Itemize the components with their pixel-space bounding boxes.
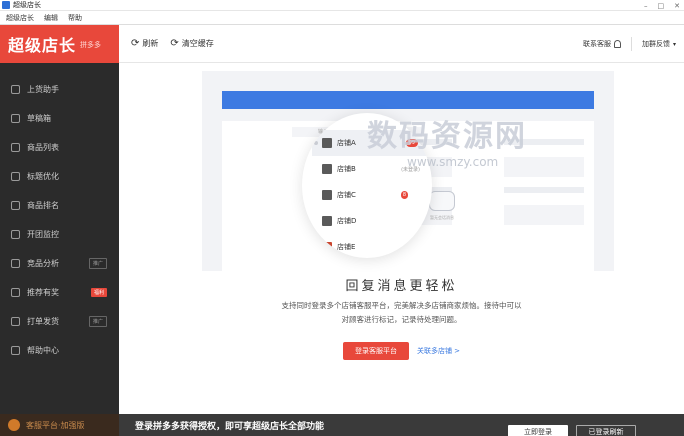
main-content: 输入用户名查询 暂无会话消息 店铺A99 店铺B(未登录) 店铺C8 店铺D 店… (119, 63, 684, 414)
contact-support-link[interactable]: 联系客服 (583, 39, 611, 49)
sidebar-item-competitor[interactable]: 竞品分析 推广 (0, 249, 119, 278)
refresh-button[interactable]: ⟳ 刷新 (131, 38, 158, 49)
sidebar-item-shipping[interactable]: 打单发货 推广 (0, 307, 119, 336)
link-multi-shop[interactable]: 关联多店铺 > (417, 346, 460, 356)
avatar (322, 138, 332, 148)
service-platform-entry[interactable]: 客服平台·加强版 (0, 414, 119, 436)
service-icon (8, 419, 20, 431)
title-bar: 超级店长 – □ ✕ (0, 0, 684, 11)
brand-platform: 拼多多 (80, 40, 102, 49)
refresh-after-login-button[interactable]: 已登录刷新 (576, 425, 636, 436)
avatar (322, 164, 332, 174)
shop-item: 店铺E (312, 234, 432, 258)
sidebar-item-help[interactable]: 帮助中心 (0, 336, 119, 365)
sidebar-nav: 上货助手 草稿箱 商品列表 标题优化 商品排名 开团监控 竞品分析 推广 推荐有奖… (0, 63, 119, 365)
feature-heading: 回复消息更轻松 (345, 279, 458, 294)
analysis-icon (11, 259, 20, 268)
sidebar: 超级店长 拼多多 上货助手 草稿箱 商品列表 标题优化 商品排名 开团监控 竞品… (0, 25, 119, 436)
sidebar-item-drafts[interactable]: 草稿箱 (0, 104, 119, 133)
sidebar-item-ranking[interactable]: 商品排名 (0, 191, 119, 220)
sidebar-item-referral[interactable]: 推荐有奖 福利 (0, 278, 119, 307)
close-icon[interactable]: ✕ (674, 2, 680, 10)
window-title: 超级店长 (13, 0, 41, 9)
join-group-dropdown[interactable]: 加群反馈 (642, 39, 670, 49)
refresh-icon: ⟳ (170, 38, 179, 49)
shop-item: 店铺D (312, 208, 432, 234)
refresh-icon: ⟳ (131, 38, 140, 49)
menu-item-edit[interactable]: 编辑 (44, 13, 58, 23)
sidebar-item-upload[interactable]: 上货助手 (0, 75, 119, 104)
chevron-down-icon: ▾ (672, 40, 676, 48)
minimize-icon[interactable]: – (644, 2, 648, 10)
welfare-badge: 福利 (90, 288, 107, 297)
window-controls: – □ ✕ (644, 0, 680, 11)
brand-name: 超级店长 (8, 36, 77, 55)
clear-cache-button[interactable]: ⟳ 清空缓存 (170, 38, 213, 49)
notification-icon[interactable] (613, 40, 621, 48)
brand-logo: 超级店长 拼多多 (0, 25, 119, 63)
app-window: 超级店长 – □ ✕ 超级店长 编辑 帮助 超级店长 拼多多 上货助手 草稿箱 … (0, 0, 684, 436)
auth-message: 登录拼多多获得授权，即可享超级店长全部功能 (135, 421, 325, 432)
unread-badge: 8 (400, 191, 408, 199)
avatar (322, 190, 332, 200)
menu-item-app[interactable]: 超级店长 (6, 13, 34, 23)
edit-title-icon (11, 172, 20, 181)
promo-badge: 推广 (88, 258, 107, 269)
chat-bubble-icon (429, 191, 455, 211)
sidebar-item-title-optimize[interactable]: 标题优化 (0, 162, 119, 191)
upload-icon (11, 85, 20, 94)
sidebar-item-products[interactable]: 商品列表 (0, 133, 119, 162)
ranking-icon (11, 201, 20, 210)
toolbar: ⟳ 刷新 ⟳ 清空缓存 联系客服 加群反馈 ▾ (119, 25, 684, 63)
auth-banner: 登录拼多多获得授权，即可享超级店长全部功能 立即登录 已登录刷新 (119, 414, 684, 436)
help-icon (11, 346, 20, 355)
feature-description: 支持同时登录多个店铺客服平台，完美解决多店铺商家烦恼。接待中可以 对顾客进行标记… (281, 301, 522, 324)
watermark: 数码资源网 www.smzy.com (367, 119, 527, 169)
draft-box-icon (11, 114, 20, 123)
login-now-button[interactable]: 立即登录 (508, 425, 568, 436)
bell-icon (11, 230, 20, 239)
app-icon (2, 1, 10, 9)
gift-icon (11, 288, 20, 297)
avatar (322, 242, 332, 252)
login-service-button[interactable]: 登录客服平台 (342, 342, 409, 360)
menu-item-help[interactable]: 帮助 (68, 13, 82, 23)
avatar (322, 216, 332, 226)
divider (630, 37, 632, 51)
maximize-icon[interactable]: □ (658, 2, 665, 10)
promo-badge: 推广 (88, 316, 107, 327)
sidebar-item-group-monitor[interactable]: 开团监控 (0, 220, 119, 249)
print-icon (11, 317, 20, 326)
product-list-icon (11, 143, 20, 152)
menu-bar: 超级店长 编辑 帮助 (0, 11, 684, 25)
